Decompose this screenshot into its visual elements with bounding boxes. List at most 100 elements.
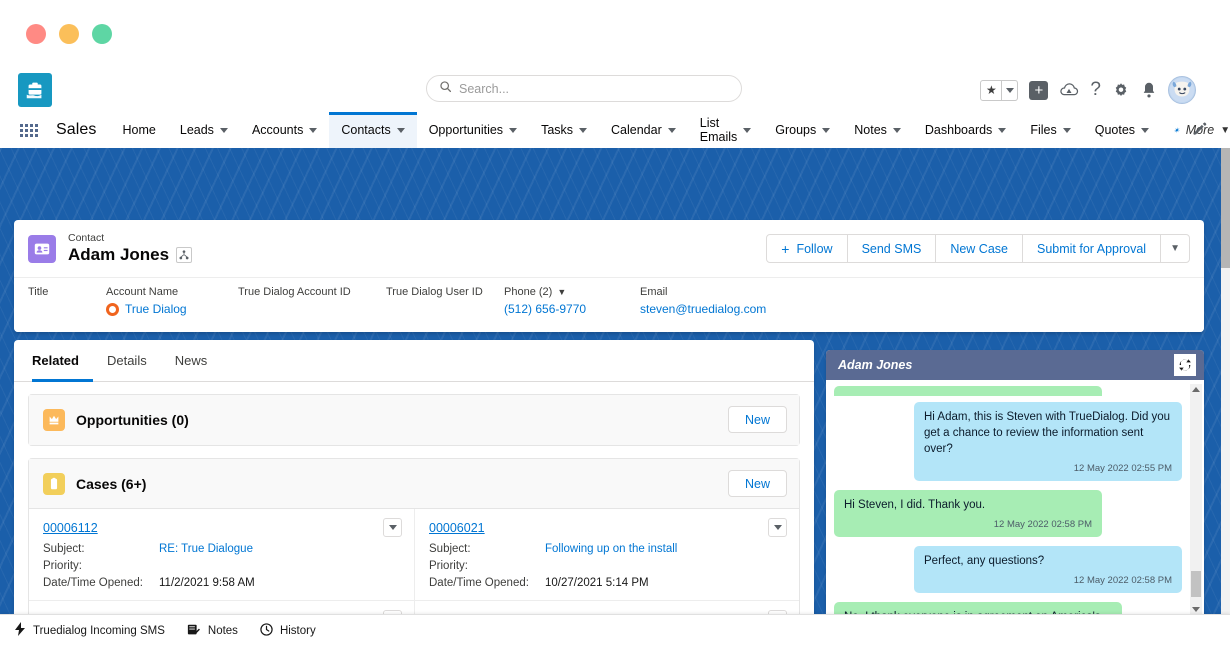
utility-item-notes[interactable]: Notes — [187, 623, 238, 639]
chevron-down-icon[interactable] — [667, 127, 676, 133]
case-list-item: 00006112 Subject: RE: True Dialogue Prior… — [29, 509, 414, 600]
email-link[interactable]: steven@truedialog.com — [640, 302, 766, 316]
nav-label: Quotes — [1094, 123, 1136, 137]
notifications-bell-icon[interactable] — [1141, 81, 1157, 99]
nav-item-list-emails[interactable]: List Emails — [688, 112, 764, 148]
more-actions-chevron-down-icon[interactable]: ▼ — [1160, 234, 1190, 263]
help-icon[interactable]: ? — [1090, 79, 1101, 101]
utility-bar: Truedialog Incoming SMS Notes History — [0, 614, 1230, 646]
chevron-down-icon[interactable] — [396, 127, 405, 133]
chevron-down-icon[interactable] — [579, 127, 588, 133]
chevron-down-icon[interactable] — [509, 127, 518, 133]
favorites-caret-icon[interactable] — [1001, 80, 1017, 100]
refresh-icon[interactable] — [1174, 354, 1196, 376]
pencil-icon[interactable] — [1192, 121, 1208, 142]
nav-item-files[interactable]: Files — [1018, 112, 1082, 148]
salesforce-cloud-icon[interactable] — [18, 73, 52, 107]
field-title: Title — [28, 286, 106, 302]
chat-scrollbar-thumb[interactable] — [1191, 571, 1201, 597]
chevron-down-icon[interactable] — [822, 127, 831, 133]
window-close-button[interactable] — [26, 24, 46, 44]
case-subject-label: Subject: — [429, 543, 471, 555]
window-minimize-button[interactable] — [59, 24, 79, 44]
window-titlebar — [0, 0, 1230, 68]
row-menu-chevron-down-icon[interactable] — [383, 518, 402, 537]
nav-item-dashboards[interactable]: Dashboards — [913, 112, 1018, 148]
chat-scrollbar[interactable] — [1190, 384, 1202, 615]
tab-details[interactable]: Details — [93, 340, 161, 382]
global-search-placeholder: Search... — [459, 81, 510, 96]
field-value-wrap[interactable]: True Dialog — [106, 302, 238, 316]
hierarchy-icon[interactable] — [176, 247, 193, 263]
setup-cloud-icon[interactable] — [1059, 82, 1079, 99]
chevron-down-icon[interactable] — [1062, 127, 1071, 133]
chevron-down-icon[interactable] — [998, 127, 1007, 133]
new-opportunity-button[interactable]: New — [727, 406, 787, 433]
chevron-down-icon[interactable] — [309, 127, 318, 133]
record-highlight-fields: Title Account Name True Dialog True Dial… — [14, 277, 1204, 332]
chevron-down-icon[interactable] — [219, 127, 228, 133]
nav-item-tasks[interactable]: Tasks — [529, 112, 599, 148]
new-case-button[interactable]: New Case — [935, 234, 1023, 263]
case-number-link[interactable]: 00006112 — [43, 521, 98, 535]
notes-icon — [187, 623, 201, 639]
phone-link[interactable]: (512) 656-9770 — [504, 302, 640, 316]
nav-item-quotes[interactable]: Quotes — [1083, 112, 1161, 148]
nav-item-contacts[interactable]: Contacts — [329, 112, 417, 148]
nav-item-leads[interactable]: Leads — [168, 112, 240, 148]
case-priority-row: Priority: — [43, 558, 400, 575]
chevron-down-icon[interactable] — [892, 127, 901, 133]
case-subject-value[interactable]: Following up on the install — [545, 541, 677, 558]
favorites-control[interactable]: ★ — [980, 79, 1019, 101]
new-case-related-button[interactable]: New — [727, 470, 787, 497]
field-label: Email — [640, 286, 668, 298]
scroll-down-arrow-icon[interactable] — [1192, 607, 1200, 612]
utility-item-truedialog-incoming-sms[interactable]: Truedialog Incoming SMS — [14, 622, 165, 639]
case-number-link[interactable]: 00006021 — [429, 521, 485, 535]
nav-label: Accounts — [251, 123, 304, 137]
nav-item-home[interactable]: Home — [111, 112, 168, 148]
nav-item-opportunities[interactable]: Opportunities — [417, 112, 529, 148]
global-search-box[interactable]: Search... — [426, 75, 742, 102]
chat-message-timestamp: 12 May 2022 02:58 PM — [1073, 575, 1172, 586]
nav-item-groups[interactable]: Groups — [763, 112, 842, 148]
account-link[interactable]: True Dialog — [125, 302, 187, 316]
app-launcher-icon[interactable] — [20, 112, 38, 148]
chevron-down-icon[interactable] — [743, 127, 752, 133]
row-menu-chevron-down-icon[interactable] — [768, 518, 787, 537]
chevron-down-icon[interactable] — [1141, 127, 1150, 133]
tab-news[interactable]: News — [161, 340, 222, 382]
nav-item-notes[interactable]: Notes — [842, 112, 913, 148]
utility-item-history[interactable]: History — [260, 622, 316, 639]
app-name-label[interactable]: Sales — [38, 112, 111, 148]
add-icon[interactable]: + — [1029, 80, 1049, 100]
scroll-up-arrow-icon[interactable] — [1192, 387, 1200, 392]
page-scrollbar-thumb[interactable] — [1221, 148, 1230, 268]
field-label: Title — [28, 286, 49, 298]
settings-gear-icon[interactable] — [1112, 81, 1130, 99]
send-sms-button[interactable]: Send SMS — [846, 234, 937, 263]
nav-label: Dashboards — [924, 123, 993, 137]
phone-chevron-down-icon[interactable]: ▼ — [557, 287, 566, 297]
chat-message-list[interactable]: Hi Adam, this is Steven with TrueDialog.… — [826, 380, 1204, 617]
favorites-star-icon[interactable]: ★ — [981, 81, 1001, 100]
global-header: Search... ★ + ? — [0, 68, 1230, 112]
utility-label: Notes — [207, 624, 238, 637]
lightning-icon — [14, 622, 26, 639]
tab-related[interactable]: Related — [32, 340, 93, 382]
submit-for-approval-button[interactable]: Submit for Approval — [1022, 234, 1162, 263]
case-subject-row: Subject: Following up on the install — [429, 541, 785, 558]
page-scrollbar[interactable] — [1221, 148, 1230, 646]
nav-label: Calendar — [611, 123, 662, 137]
window-maximize-button[interactable] — [92, 24, 112, 44]
nav-label: List Emails — [699, 116, 738, 144]
contact-card-icon — [28, 234, 56, 263]
case-subject-row: Subject: RE: True Dialogue — [43, 541, 400, 558]
case-subject-value[interactable]: RE: True Dialogue — [159, 541, 253, 558]
nav-item-accounts[interactable]: Accounts — [240, 112, 329, 148]
nav-item-calendar[interactable]: Calendar — [599, 112, 688, 148]
user-avatar[interactable] — [1168, 76, 1196, 104]
chevron-down-icon[interactable]: ▼ — [1220, 125, 1230, 136]
chat-header: Adam Jones — [826, 350, 1204, 380]
follow-button[interactable]: + Follow — [766, 234, 848, 263]
